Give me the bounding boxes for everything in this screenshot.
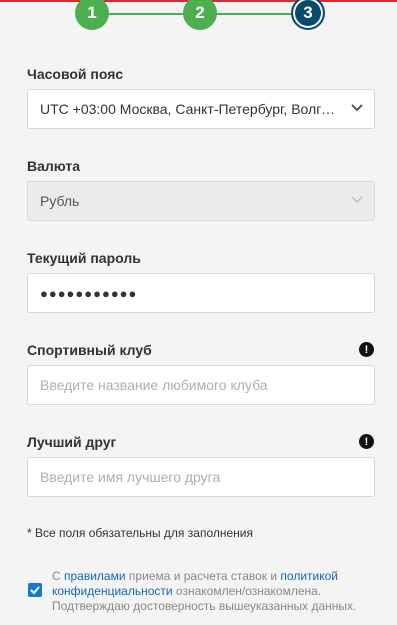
timezone-value: UTC +03:00 Москва, Санкт-Петербург, Волг… xyxy=(40,101,338,117)
progress-stepper: 1 2 3 xyxy=(75,0,327,32)
rules-link[interactable]: правилами xyxy=(64,569,126,583)
checkmark-icon xyxy=(30,586,40,594)
club-label: Спортивный клуб xyxy=(27,342,152,358)
timezone-select[interactable]: UTC +03:00 Москва, Санкт-Петербург, Волг… xyxy=(27,89,375,129)
required-note: * Все поля обязательны для заполнения xyxy=(27,526,253,540)
friend-placeholder: Введите имя лучшего друга xyxy=(40,469,221,485)
step-1[interactable]: 1 xyxy=(75,0,109,30)
friend-label: Лучший друг xyxy=(27,434,117,450)
currency-value: Рубль xyxy=(40,193,80,209)
timezone-label: Часовой пояс xyxy=(27,66,124,82)
consent-text: С правилами приема и расчета ставок и по… xyxy=(52,569,372,614)
consent-prefix: С xyxy=(52,569,64,583)
exclamation-icon[interactable]: ! xyxy=(359,434,374,449)
password-field[interactable]: ●●●●●●●●●●● xyxy=(27,273,375,313)
consent-middle: приема и расчета ставок и xyxy=(125,569,281,583)
club-input[interactable]: Введите название любимого клуба xyxy=(27,365,375,405)
chevron-down-icon xyxy=(351,104,363,112)
password-value: ●●●●●●●●●●● xyxy=(40,285,138,301)
step-3[interactable]: 3 xyxy=(291,0,325,30)
exclamation-icon[interactable]: ! xyxy=(359,342,374,357)
club-placeholder: Введите название любимого клуба xyxy=(40,377,268,393)
currency-select: Рубль xyxy=(27,181,375,221)
step-2[interactable]: 2 xyxy=(183,0,217,30)
currency-label: Валюта xyxy=(27,158,81,174)
consent-checkbox[interactable] xyxy=(28,583,42,597)
friend-input[interactable]: Введите имя лучшего друга xyxy=(27,457,375,497)
chevron-down-icon xyxy=(351,196,363,204)
password-label: Текущий пароль xyxy=(27,250,141,266)
